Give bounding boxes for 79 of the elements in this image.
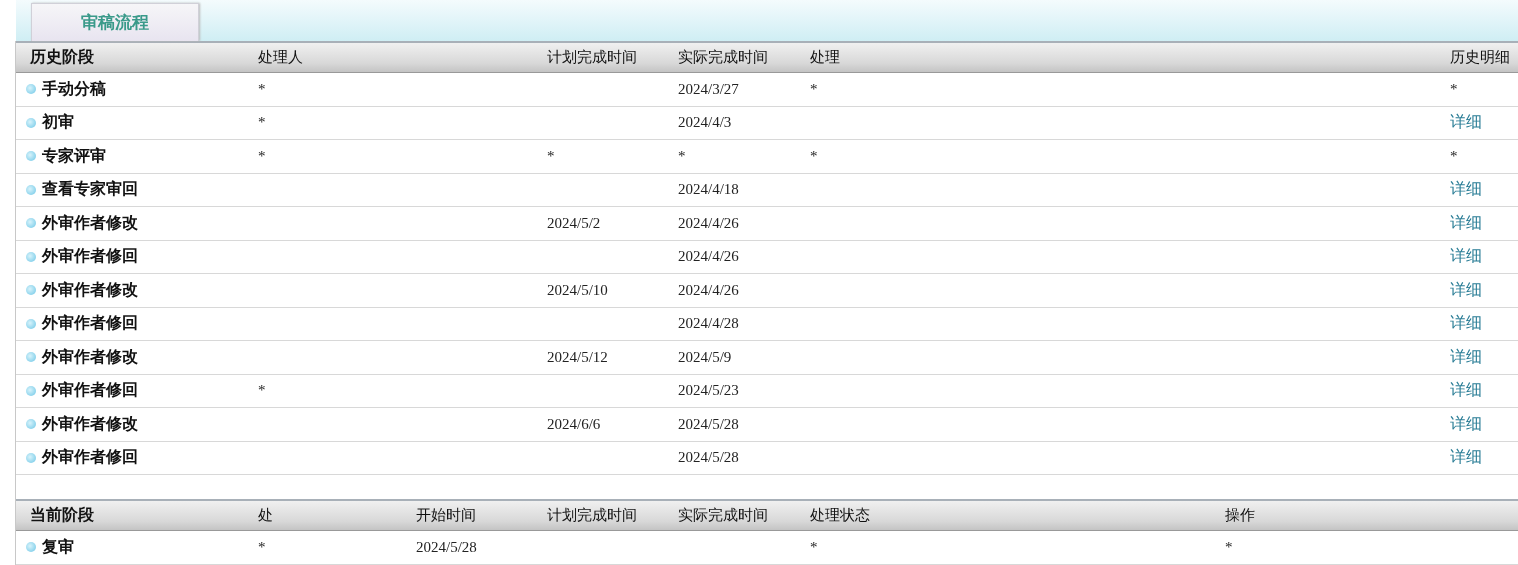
table-cell: *	[1450, 80, 1458, 97]
table-cell: 2024/4/26	[678, 214, 739, 231]
column-header: 处理状态	[810, 506, 870, 525]
stage-name: 外审作者修改	[42, 346, 138, 368]
detail-link[interactable]: 详细	[1450, 112, 1482, 132]
column-header: 计划完成时间	[547, 48, 637, 67]
bullet-icon	[26, 84, 36, 95]
detail-link[interactable]: 详细	[1450, 313, 1482, 333]
table-cell: 2024/5/2	[547, 214, 601, 231]
detail-link[interactable]: 详细	[1450, 246, 1482, 266]
column-header: 实际完成时间	[678, 48, 768, 67]
table-cell: *	[810, 147, 818, 164]
bullet-icon	[26, 184, 36, 195]
table-cell: 2024/4/26	[678, 281, 739, 298]
bullet-icon	[26, 352, 36, 363]
table-cell: *	[258, 147, 266, 164]
column-header: 计划完成时间	[547, 506, 637, 525]
table-cell: *	[1225, 538, 1233, 555]
table-cell: *	[810, 80, 818, 97]
bullet-icon	[26, 251, 36, 262]
table-cell: 2024/4/26	[678, 248, 739, 265]
table-cell: 2024/5/28	[678, 449, 739, 466]
stage-name: 外审作者修改	[42, 279, 138, 301]
table-cell: *	[258, 538, 266, 555]
table-cell: 2024/5/23	[678, 382, 739, 399]
stage-name: 复审	[42, 536, 74, 558]
detail-link[interactable]: 详细	[1450, 346, 1482, 366]
column-header: 开始时间	[416, 506, 476, 525]
stage-name: 初审	[42, 112, 74, 134]
table-cell: *	[258, 80, 266, 97]
table-cell: 2024/4/18	[678, 181, 739, 198]
table-cell: 2024/4/28	[678, 315, 739, 332]
bullet-icon	[26, 218, 36, 229]
table-cell: *	[1450, 147, 1458, 164]
bullet-icon	[26, 117, 36, 128]
table-cell: 2024/5/28	[416, 538, 477, 555]
table-cell: 2024/4/3	[678, 114, 732, 131]
table-cell: 2024/6/6	[547, 415, 601, 432]
stage-name: 查看专家审回	[42, 179, 138, 201]
detail-link[interactable]: 详细	[1450, 279, 1482, 299]
bullet-icon	[26, 452, 36, 463]
table-cell: 2024/5/12	[547, 348, 608, 365]
workflow-tab[interactable]: 审稿流程	[31, 3, 199, 41]
bullet-icon	[26, 542, 36, 553]
stage-name: 专家评审	[42, 145, 106, 167]
table-cell: 2024/5/10	[547, 281, 608, 298]
column-header: 当前阶段	[29, 505, 94, 526]
detail-link[interactable]: 详细	[1450, 413, 1482, 433]
table-cell: *	[547, 147, 555, 164]
column-header: 历史明细	[1450, 48, 1510, 67]
table-cell: *	[258, 382, 266, 399]
detail-link[interactable]: 详细	[1450, 179, 1482, 199]
stage-name: 外审作者修回	[42, 447, 138, 469]
column-header: 处理	[810, 48, 840, 67]
bullet-icon	[26, 318, 36, 329]
column-header: 处	[258, 506, 273, 525]
table-cell: *	[258, 114, 266, 131]
table-cell: *	[678, 147, 686, 164]
column-header: 历史阶段	[29, 47, 94, 68]
bullet-icon	[26, 151, 36, 162]
column-header: 处理人	[258, 48, 303, 67]
stage-name: 外审作者修改	[42, 413, 138, 435]
bullet-icon	[26, 285, 36, 296]
table-cell: 2024/3/27	[678, 80, 739, 97]
detail-link[interactable]: 详细	[1450, 447, 1482, 467]
stage-name: 手动分稿	[42, 78, 106, 100]
detail-link[interactable]: 详细	[1450, 212, 1482, 232]
column-header: 实际完成时间	[678, 506, 768, 525]
column-header: 操作	[1225, 506, 1255, 525]
table-cell: 2024/5/28	[678, 415, 739, 432]
stage-name: 外审作者修改	[42, 212, 138, 234]
detail-link[interactable]: 详细	[1450, 380, 1482, 400]
stage-name: 外审作者修回	[42, 380, 138, 402]
table-cell: *	[810, 538, 818, 555]
bullet-icon	[26, 385, 36, 396]
table-cell: 2024/5/9	[678, 348, 732, 365]
bullet-icon	[26, 419, 36, 430]
stage-name: 外审作者修回	[42, 313, 138, 335]
stage-name: 外审作者修回	[42, 246, 138, 268]
